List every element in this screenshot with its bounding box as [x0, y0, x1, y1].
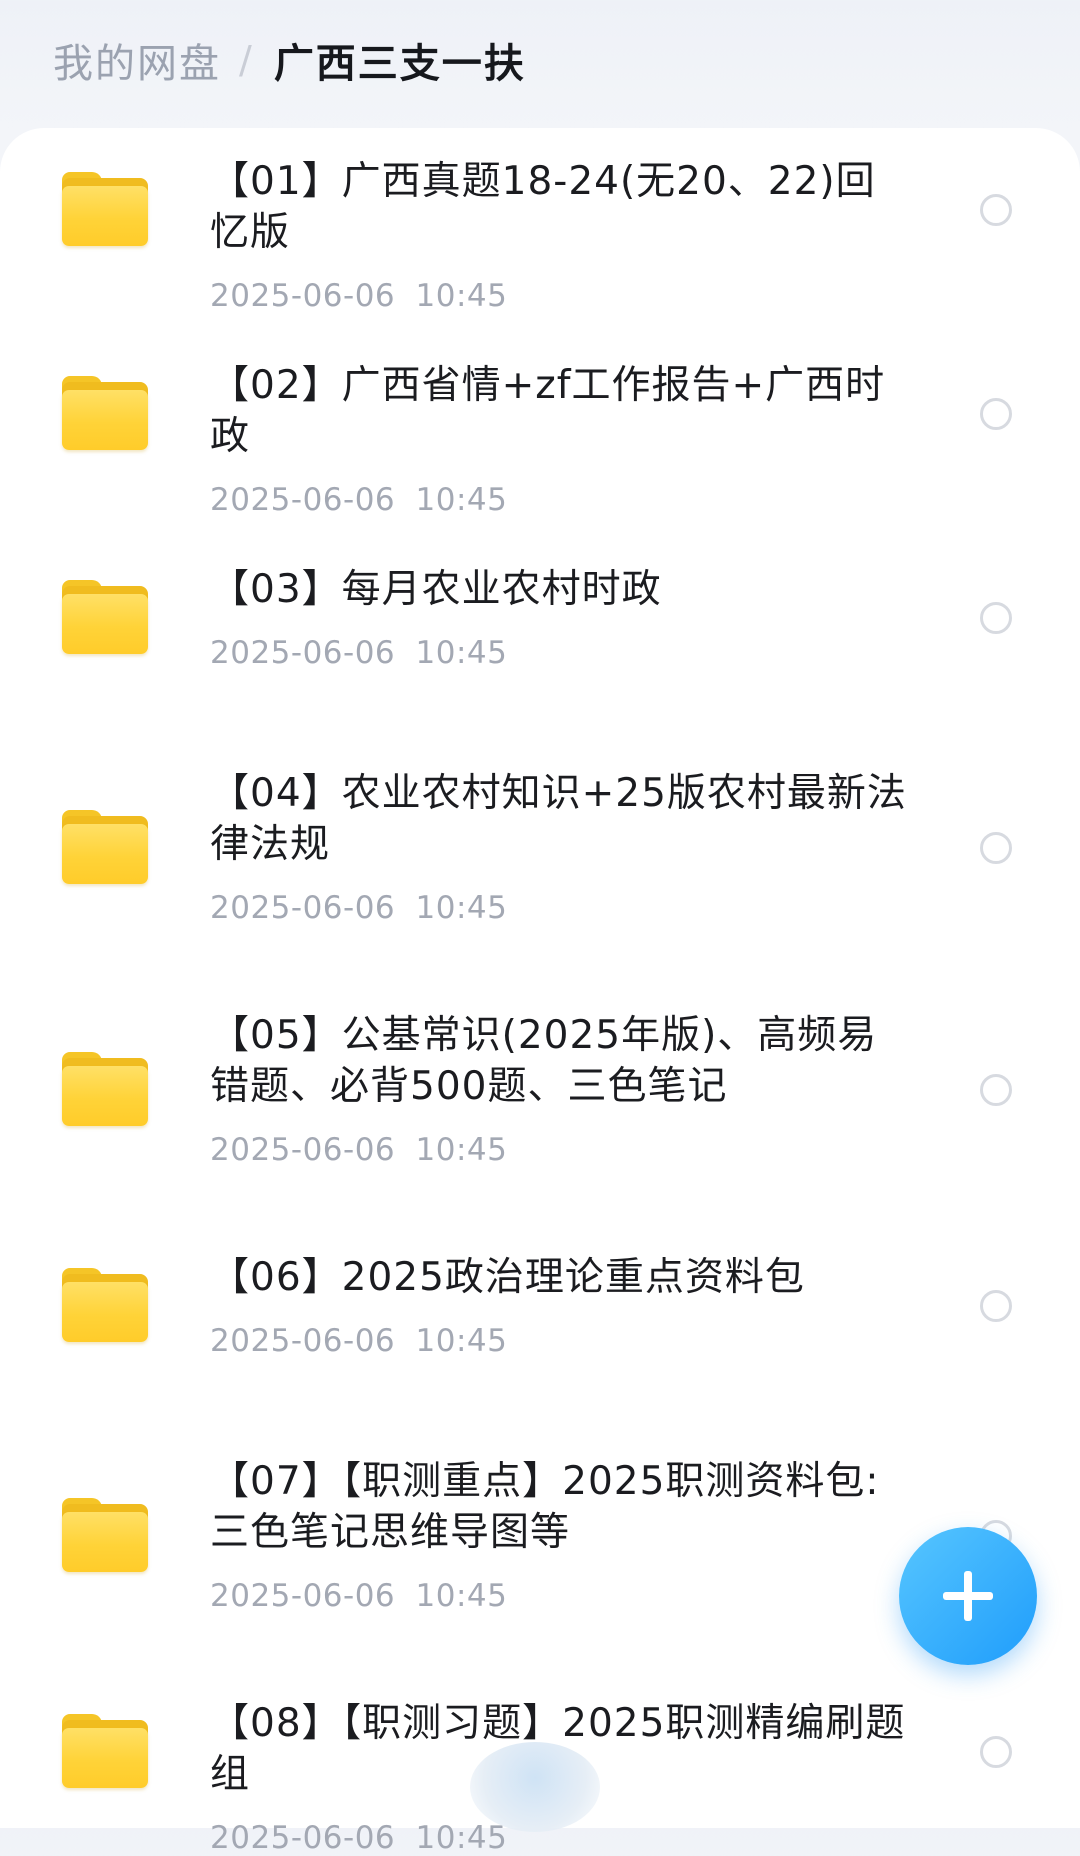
file-title: 【03】每月农业农村时政	[210, 567, 662, 612]
file-title: 【06】2025政治理论重点资料包	[210, 1255, 805, 1300]
select-radio-icon[interactable]	[980, 602, 1012, 634]
file-info: 【06】2025政治理论重点资料包 2025-06-06 10:45	[210, 1252, 910, 1359]
select-radio-icon[interactable]	[980, 1074, 1012, 1106]
file-title: 【07】【职测重点】2025职测资料包:三色笔记思维导图等	[210, 1459, 880, 1555]
folder-icon	[62, 1268, 148, 1342]
file-title: 【04】农业农村知识+25版农村最新法律法规	[210, 771, 907, 867]
file-title: 【02】广西省情+zf工作报告+广西时政	[210, 363, 886, 459]
breadcrumb: 我的网盘 / 广西三支一扶	[53, 30, 526, 90]
select-radio-icon[interactable]	[980, 1290, 1012, 1322]
file-title: 【05】公基常识(2025年版)、高频易错题、必背500题、三色笔记	[210, 1013, 878, 1109]
folder-icon	[62, 1498, 148, 1572]
breadcrumb-current-folder: 广西三支一扶	[273, 41, 526, 87]
breadcrumb-separator: /	[239, 38, 254, 82]
file-info: 【01】广西真题18-24(无20、22)回忆版 2025-06-06 10:4…	[210, 156, 910, 314]
file-info: 【02】广西省情+zf工作报告+广西时政 2025-06-06 10:45	[210, 360, 910, 518]
file-timestamp: 2025-06-06 10:45	[210, 635, 508, 671]
breadcrumb-root-link[interactable]: 我的网盘	[53, 31, 221, 89]
file-info: 【03】每月农业农村时政 2025-06-06 10:45	[210, 564, 910, 671]
file-timestamp: 2025-06-06 10:45	[210, 482, 508, 518]
folder-icon	[62, 1052, 148, 1126]
file-info: 【04】农业农村知识+25版农村最新法律法规 2025-06-06 10:45	[210, 768, 910, 926]
folder-icon	[62, 172, 148, 246]
file-timestamp: 2025-06-06 10:45	[210, 890, 508, 926]
file-timestamp: 2025-06-06 10:45	[210, 1132, 508, 1168]
select-radio-icon[interactable]	[980, 194, 1012, 226]
select-radio-icon[interactable]	[980, 1736, 1012, 1768]
file-timestamp: 2025-06-06 10:45	[210, 1323, 508, 1359]
add-button[interactable]	[899, 1527, 1037, 1665]
folder-icon	[62, 376, 148, 450]
folder-icon	[62, 810, 148, 884]
select-radio-icon[interactable]	[980, 398, 1012, 430]
avatar	[470, 1742, 600, 1832]
file-info: 【05】公基常识(2025年版)、高频易错题、必背500题、三色笔记 2025-…	[210, 1010, 910, 1168]
folder-icon	[62, 1714, 148, 1788]
select-radio-icon[interactable]	[980, 832, 1012, 864]
file-timestamp: 2025-06-06 10:45	[210, 278, 508, 314]
file-info: 【07】【职测重点】2025职测资料包:三色笔记思维导图等 2025-06-06…	[210, 1456, 910, 1614]
file-title: 【01】广西真题18-24(无20、22)回忆版	[210, 159, 876, 255]
folder-icon	[62, 580, 148, 654]
file-timestamp: 2025-06-06 10:45	[210, 1578, 508, 1614]
